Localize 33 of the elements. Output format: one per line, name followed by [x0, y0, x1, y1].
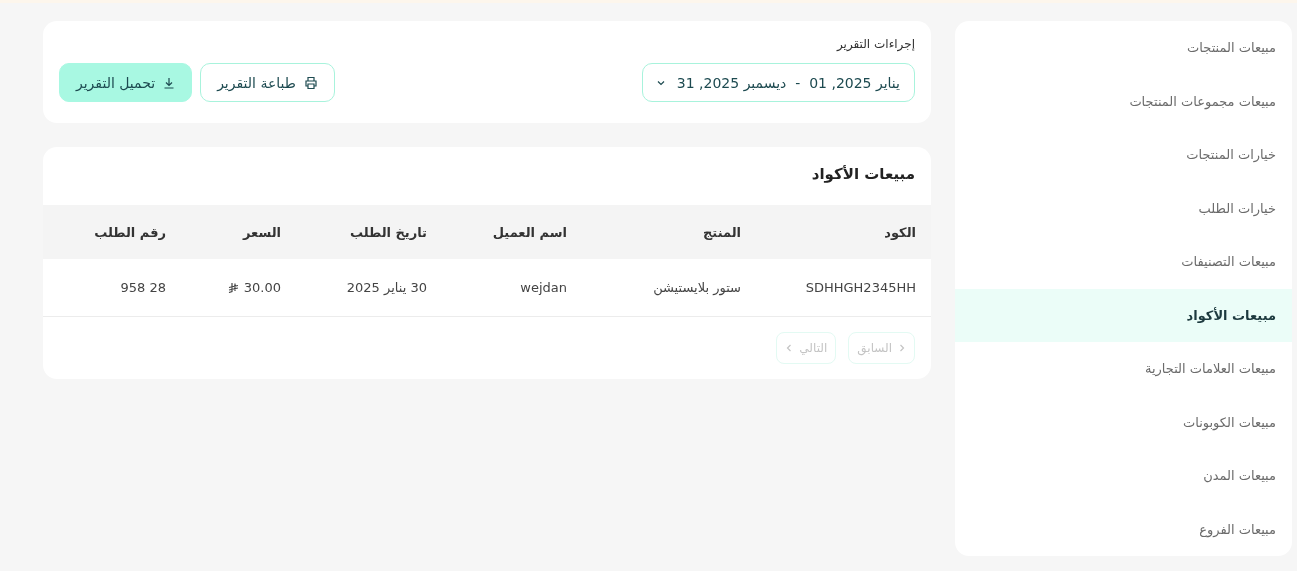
sidebar-item[interactable]: مبيعات التصنيفات: [955, 235, 1292, 289]
table-cell: 30 يناير 2025: [296, 259, 442, 317]
sidebar-item[interactable]: مبيعات مجموعات المنتجات: [955, 74, 1292, 128]
table-cell: 30.00: [181, 259, 296, 317]
sidebar-item[interactable]: مبيعات المدن: [955, 449, 1292, 503]
table-title: مبيعات الأكواد: [810, 164, 916, 185]
chevron-right-icon: [898, 344, 906, 352]
sidebar-item[interactable]: مبيعات الكوبونات: [955, 395, 1292, 449]
table-cell: ستور بلايستيشن: [582, 259, 756, 317]
chevron-down-icon: [656, 78, 665, 87]
sidebar-item[interactable]: مبيعات المنتجات: [955, 21, 1292, 75]
column-header: المنتج: [582, 205, 756, 259]
download-button[interactable]: تحميل التقرير: [59, 63, 193, 102]
column-header: اسم العميل: [442, 205, 582, 259]
table-cell: 28 958: [43, 259, 181, 317]
section-title: إجراءات التقرير: [835, 37, 915, 51]
sidebar-item[interactable]: خيارات المنتجات: [955, 128, 1292, 182]
table-cell: SDHHGH2345HH: [756, 259, 931, 317]
sidebar-item[interactable]: مبيعات الفروع: [955, 502, 1292, 556]
chevron-left-icon: [785, 344, 794, 352]
column-header: رقم الطلب: [43, 205, 181, 259]
sidebar-item[interactable]: مبيعات الأكواد: [955, 288, 1292, 342]
table-cell: wejdan: [442, 259, 582, 317]
column-header: السعر: [181, 205, 296, 259]
printer-icon: [303, 75, 318, 90]
riyal-icon: [227, 282, 239, 293]
download-icon: [163, 76, 176, 89]
sidebar-item[interactable]: مبيعات العلامات التجارية: [955, 342, 1292, 396]
sidebar-item[interactable]: خيارات الطلب: [955, 181, 1292, 235]
date-range-field[interactable]: يناير 2025, 01 - ديسمبر 2025, 31: [641, 63, 915, 102]
print-button[interactable]: طباعة التقرير: [200, 63, 335, 102]
column-header: الكود: [756, 205, 931, 259]
column-header: تاريخ الطلب: [296, 205, 442, 259]
